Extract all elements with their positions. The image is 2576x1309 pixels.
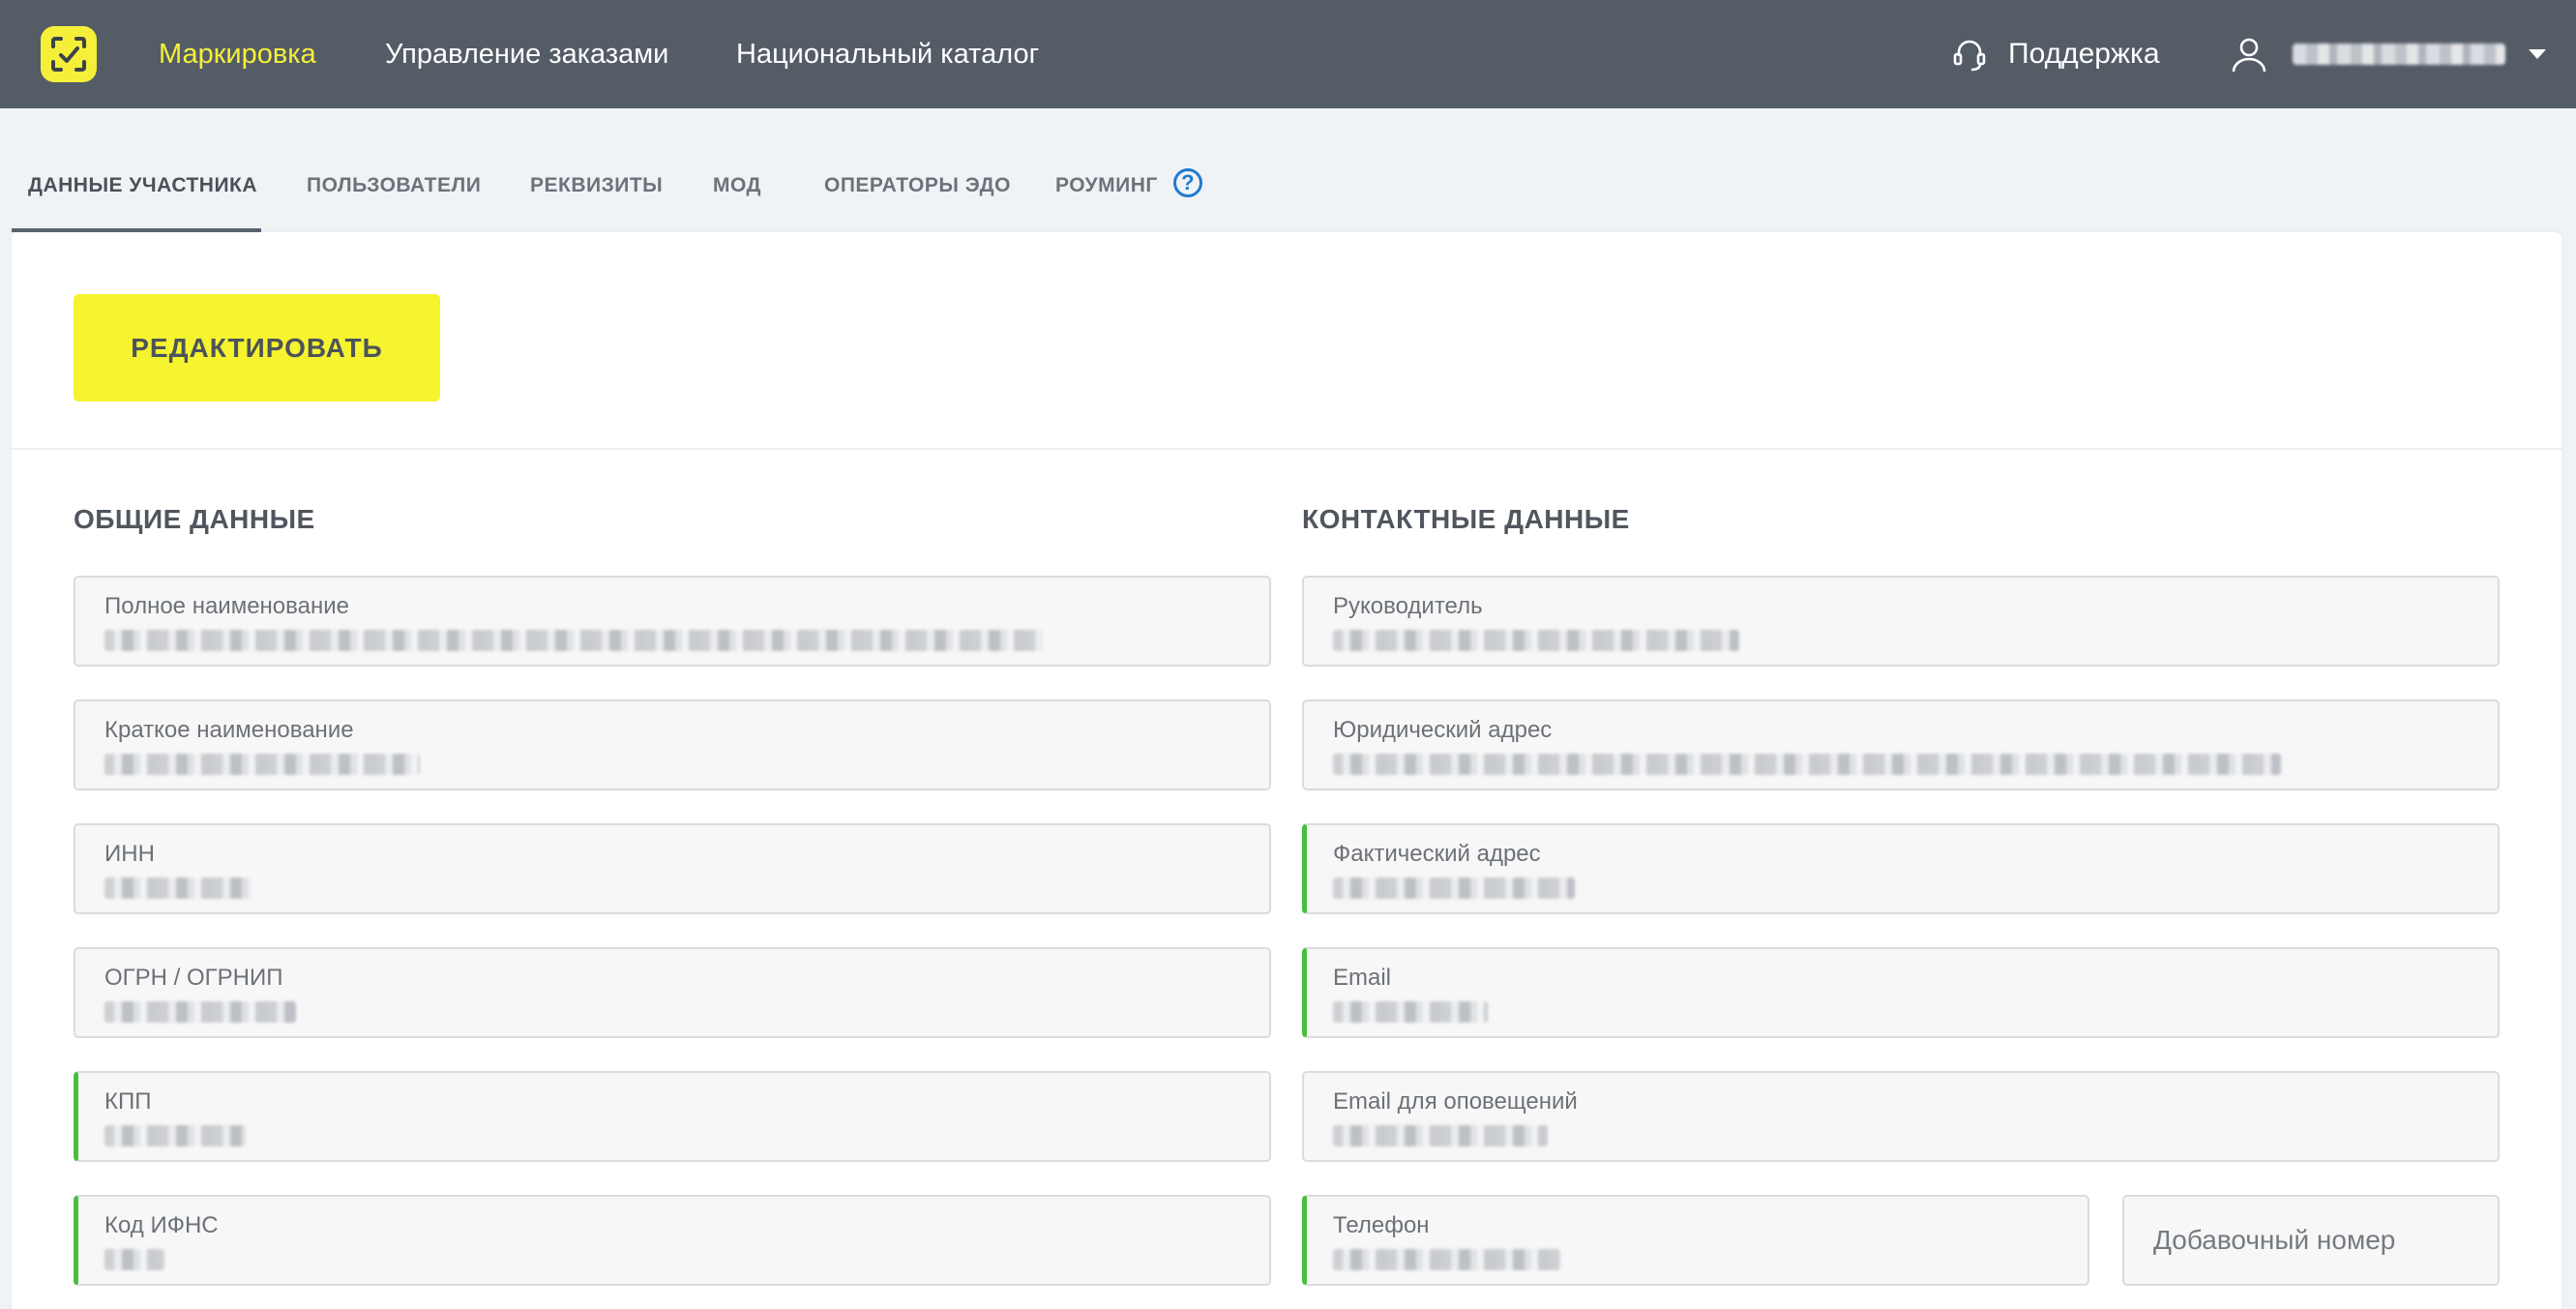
redacted-value [1333, 1125, 1548, 1146]
notification-email-field[interactable]: Email для оповещений [1302, 1071, 2500, 1162]
user-icon [2232, 38, 2266, 73]
phone-field[interactable]: Телефон [1302, 1195, 2089, 1286]
participant-data-panel: РЕДАКТИРОВАТЬ ОБЩИЕ ДАННЫЕ КОНТАКТНЫЕ ДА… [12, 232, 2561, 1309]
tab-edo-operators[interactable]: ОПЕРАТОРЫ ЭДО [824, 108, 1011, 232]
field-label: Полное наименование [104, 593, 349, 619]
short-name-field[interactable]: Краткое наименование [74, 699, 1271, 790]
director-field[interactable]: Руководитель [1302, 576, 2500, 667]
redacted-value [104, 630, 1043, 651]
field-label: Email для оповещений [1333, 1088, 1578, 1115]
tab-roaming-label: РОУМИНГ [1055, 174, 1158, 196]
field-label: ИНН [104, 841, 155, 867]
support-link[interactable]: Поддержка [1950, 0, 2160, 108]
ogrn-field[interactable]: ОГРН / ОГРНИП [74, 947, 1271, 1038]
redacted-value [104, 1125, 246, 1146]
user-menu[interactable] [2229, 0, 2546, 108]
divider [12, 448, 2561, 450]
full-name-field[interactable]: Полное наименование [74, 576, 1271, 667]
tab-roaming[interactable]: РОУМИНГ ? [1055, 108, 1203, 232]
help-icon[interactable]: ? [1173, 168, 1203, 198]
extension-number-field[interactable]: Добавочный номер [2122, 1195, 2500, 1286]
tab-requisites[interactable]: РЕКВИЗИТЫ [530, 108, 663, 232]
field-label: КПП [104, 1088, 152, 1115]
redacted-value [104, 878, 252, 899]
nav-item-marking[interactable]: Маркировка [159, 0, 316, 108]
field-label: Фактический адрес [1333, 841, 1541, 867]
redacted-value [104, 1001, 296, 1023]
tab-bar: ДАННЫЕ УЧАСТНИКА ПОЛЬЗОВАТЕЛИ РЕКВИЗИТЫ … [0, 108, 2576, 232]
field-label: Руководитель [1333, 593, 1483, 619]
logo-icon[interactable] [41, 26, 97, 82]
redacted-value [1333, 754, 2281, 775]
chevron-down-icon [2529, 49, 2546, 59]
field-label: ОГРН / ОГРНИП [104, 965, 283, 991]
nav-item-order-management[interactable]: Управление заказами [385, 0, 668, 108]
redacted-value [1333, 878, 1575, 899]
redacted-value [104, 754, 420, 775]
top-navigation-bar: Маркировка Управление заказами Националь… [0, 0, 2576, 108]
legal-address-field[interactable]: Юридический адрес [1302, 699, 2500, 790]
tab-mod[interactable]: МОД [713, 108, 761, 232]
email-field[interactable]: Email [1302, 947, 2500, 1038]
headset-icon [1953, 40, 1986, 72]
field-label: Телефон [1333, 1212, 1430, 1238]
actual-address-field[interactable]: Фактический адрес [1302, 823, 2500, 914]
redacted-value [104, 1249, 164, 1270]
field-label: Краткое наименование [104, 717, 354, 743]
tab-users[interactable]: ПОЛЬЗОВАТЕЛИ [307, 108, 481, 232]
edit-button[interactable]: РЕДАКТИРОВАТЬ [74, 294, 440, 402]
kpp-field[interactable]: КПП [74, 1071, 1271, 1162]
general-data-title: ОБЩИЕ ДАННЫЕ [74, 504, 315, 534]
inn-field[interactable]: ИНН [74, 823, 1271, 914]
support-label: Поддержка [2008, 38, 2160, 70]
contact-data-title: КОНТАКТНЫЕ ДАННЫЕ [1302, 504, 1630, 534]
nav-item-national-catalog[interactable]: Национальный каталог [736, 0, 1039, 108]
user-name-redacted [2293, 44, 2505, 65]
field-label: Юридический адрес [1333, 717, 1553, 743]
redacted-value [1333, 630, 1739, 651]
redacted-value [1333, 1001, 1488, 1023]
ifns-code-field[interactable]: Код ИФНС [74, 1195, 1271, 1286]
redacted-value [1333, 1249, 1561, 1270]
field-label: Код ИФНС [104, 1212, 219, 1238]
field-label: Email [1333, 965, 1392, 991]
tab-participant-data[interactable]: ДАННЫЕ УЧАСТНИКА [28, 108, 257, 232]
